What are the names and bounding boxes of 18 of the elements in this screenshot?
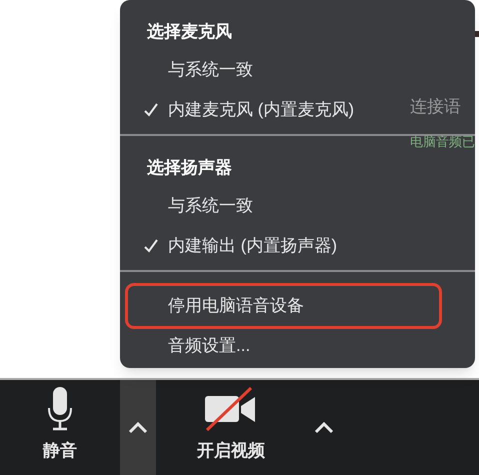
caret-icon: [128, 422, 148, 434]
section-header: 选择麦克风: [146, 21, 233, 43]
menu-item[interactable]: 与系统一致: [128, 186, 257, 226]
background-text: 电脑音频已: [410, 132, 475, 150]
caret-icon: [314, 422, 334, 434]
section-header: 选择扬声器: [146, 157, 233, 179]
menu-item[interactable]: 停用电脑语音设备: [128, 286, 439, 326]
background-text: 连接语: [410, 96, 462, 118]
microphone-icon: [47, 386, 73, 432]
menu-item[interactable]: 内建麦克风 (内置麦克风): [128, 90, 358, 130]
check-icon: [144, 103, 158, 117]
check-icon: [144, 239, 158, 253]
caret-button[interactable]: [120, 380, 156, 475]
menu-item[interactable]: 音频设置...: [128, 326, 254, 366]
start-video-button[interactable]: 开启视频: [156, 380, 306, 475]
menu-item[interactable]: 与系统一致: [128, 50, 257, 90]
menu-item[interactable]: 内建输出 (内置扬声器): [128, 226, 342, 266]
mute-button[interactable]: 静音: [0, 380, 120, 475]
